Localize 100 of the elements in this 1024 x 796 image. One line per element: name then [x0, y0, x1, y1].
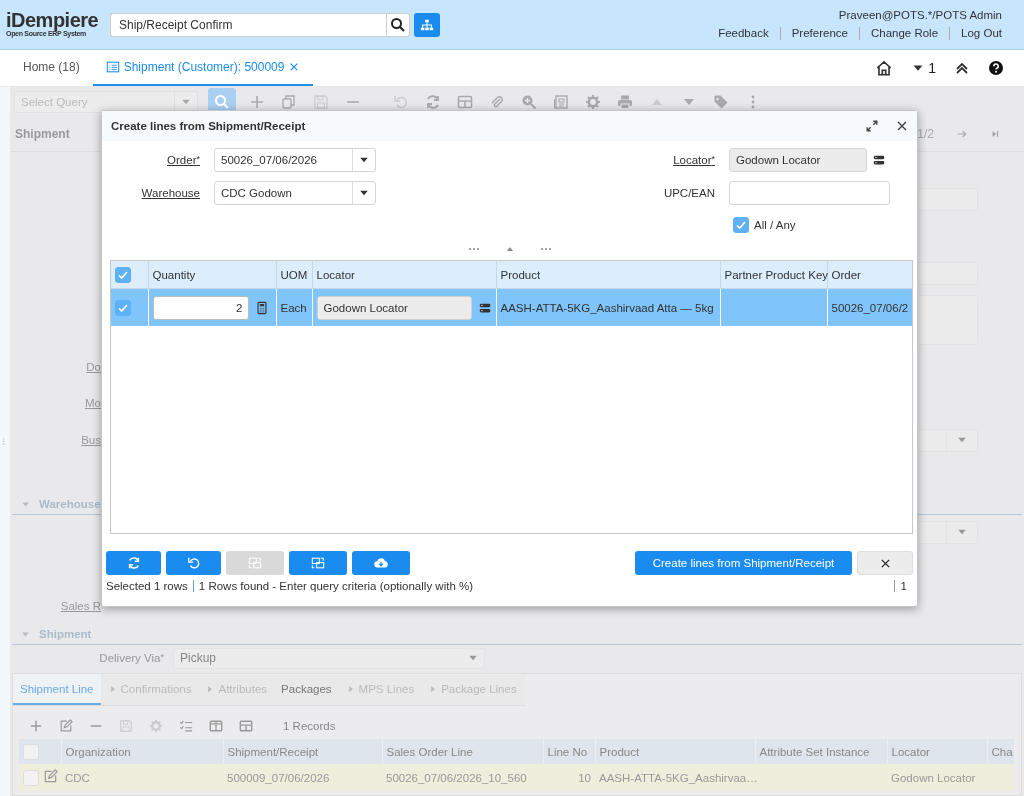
field-label[interactable]: Order$^{*}$ — [102, 154, 200, 166]
calculator-icon[interactable] — [254, 300, 269, 315]
last-record-icon[interactable] — [990, 129, 1000, 139]
field-label: Mo — [84, 397, 101, 409]
row-checkbox[interactable] — [115, 299, 131, 316]
input-field[interactable] — [729, 181, 890, 205]
column-header[interactable]: UOM — [276, 261, 312, 289]
undo-icon — [186, 556, 201, 570]
save-icon[interactable] — [119, 719, 133, 733]
field-label: Do — [85, 361, 101, 373]
search-icon[interactable] — [214, 94, 230, 110]
maximize-button[interactable] — [865, 119, 879, 133]
form-title: Shipment — [15, 127, 70, 141]
splitter-dots-icon[interactable] — [538, 245, 553, 253]
global-search-field[interactable]: Ship/Receipt Confirm — [110, 12, 386, 37]
print-icon[interactable] — [617, 94, 633, 110]
app-logo: iDempiere — [6, 11, 100, 30]
column-header[interactable]: Product — [496, 261, 720, 289]
refresh-button[interactable] — [106, 551, 161, 575]
edit-icon[interactable] — [43, 769, 58, 784]
page-number: 1 — [893, 580, 907, 592]
settings-icon[interactable] — [149, 719, 163, 733]
detail-tab[interactable]: Packages — [274, 674, 339, 705]
select-all-checkbox[interactable] — [115, 266, 131, 283]
windows-icon — [311, 556, 325, 570]
plus-icon[interactable] — [249, 94, 265, 110]
window-tab[interactable]: Home (18) — [10, 50, 93, 86]
splitter-dots-icon[interactable] — [466, 245, 481, 253]
sitemap-icon — [420, 17, 434, 32]
settings-icon[interactable] — [585, 94, 601, 110]
cancel-button[interactable] — [857, 551, 913, 575]
collapse-icon[interactable] — [954, 60, 970, 76]
selection-status: Selected 1 rows — [106, 580, 188, 592]
column-header[interactable]: Locator — [312, 261, 496, 289]
header-link[interactable]: Log Out — [949, 27, 1002, 40]
dropdown-field[interactable]: 50026_07/06/2026 — [214, 148, 376, 172]
field-label[interactable]: Locator$^{*}$ — [615, 154, 715, 166]
save-icon[interactable] — [313, 94, 329, 110]
required-mark: * — [196, 154, 200, 164]
close-button[interactable] — [895, 119, 909, 133]
table-cell: 10 — [543, 764, 595, 791]
export-button[interactable] — [352, 551, 410, 575]
checklist-icon[interactable] — [179, 719, 193, 733]
table-cell: 50026_07/06/2026_10_560 — [382, 764, 543, 791]
locator-field[interactable]: Godown Locator — [729, 148, 867, 172]
grid-icon[interactable] — [239, 719, 253, 733]
record-position: 1/2 — [917, 127, 934, 141]
refresh-icon[interactable] — [425, 94, 441, 110]
copy-icon[interactable] — [281, 94, 297, 110]
dropdown-field[interactable]: CDC Godown — [214, 181, 376, 205]
table-cell: AASH-ATTA-5KG_Aashirvaad Atta — 5kg — [496, 288, 720, 326]
field-label: UPC/EAN — [662, 187, 715, 199]
field-label[interactable]: Warehouse — [102, 187, 200, 199]
column-header[interactable]: Quantity — [148, 261, 276, 289]
record-count: 1 Records — [283, 720, 336, 732]
home-icon[interactable] — [875, 59, 894, 77]
cloud-download-icon — [374, 556, 388, 570]
table-cell: CDC — [61, 764, 223, 791]
locator-button[interactable] — [872, 153, 886, 167]
zoom-icon[interactable] — [521, 94, 537, 110]
field-label: Delivery Via$^{*}$ — [98, 652, 164, 664]
header-link[interactable]: Preference — [779, 27, 859, 40]
header-link[interactable]: Change Role — [858, 27, 950, 40]
edit-icon[interactable] — [59, 719, 73, 733]
dialog-title: Create lines from Shipment/Receipt — [111, 120, 307, 132]
locator-field[interactable]: Godown Locator — [316, 295, 472, 320]
paperclip-icon[interactable] — [489, 94, 505, 110]
user-role-label[interactable]: Praveen@POTS.*/POTS Admin — [838, 9, 1002, 21]
stack-icon — [872, 153, 886, 167]
plus-icon[interactable] — [29, 719, 43, 733]
all-any-checkbox[interactable] — [733, 217, 749, 233]
windows-icon — [248, 556, 262, 570]
search-icon — [390, 16, 406, 33]
tag-icon[interactable] — [713, 94, 729, 110]
column-header[interactable]: Order — [827, 261, 912, 289]
undo-icon[interactable] — [393, 94, 409, 110]
columns-icon[interactable] — [209, 719, 223, 733]
column-header[interactable]: Partner Product Key — [720, 261, 827, 289]
table-cell: AASH-ATTA-5KG_Aashirvaa… — [595, 764, 755, 791]
quantity-field[interactable]: 2 — [152, 295, 249, 320]
required-mark: * — [711, 154, 715, 164]
status-message: 1 Rows found - Enter query criteria (optionally with %) — [198, 580, 474, 592]
header-link[interactable]: Feedback — [707, 27, 780, 40]
grid-icon[interactable] — [457, 94, 473, 110]
checkbox-label: All / Any — [754, 219, 796, 231]
open-windows-menu[interactable]: 1 — [911, 60, 936, 76]
next-arrow-icon[interactable] — [956, 128, 968, 140]
report-icon[interactable] — [553, 94, 569, 110]
zoom-button[interactable] — [289, 551, 347, 575]
required-mark: * — [160, 652, 164, 662]
search-button[interactable] — [386, 12, 410, 37]
reset-button[interactable] — [166, 551, 221, 575]
expand-icon — [865, 119, 879, 133]
close-icon — [895, 119, 909, 133]
table-cell: 50026_07/06/2 — [827, 288, 912, 326]
help-icon[interactable] — [988, 60, 1004, 76]
table-cell: Godown Locator — [887, 764, 987, 791]
field-label: Sales R — [59, 600, 101, 612]
table-cell: 500009_07/06/2026 — [223, 764, 382, 791]
field-label: Bus — [80, 434, 101, 446]
